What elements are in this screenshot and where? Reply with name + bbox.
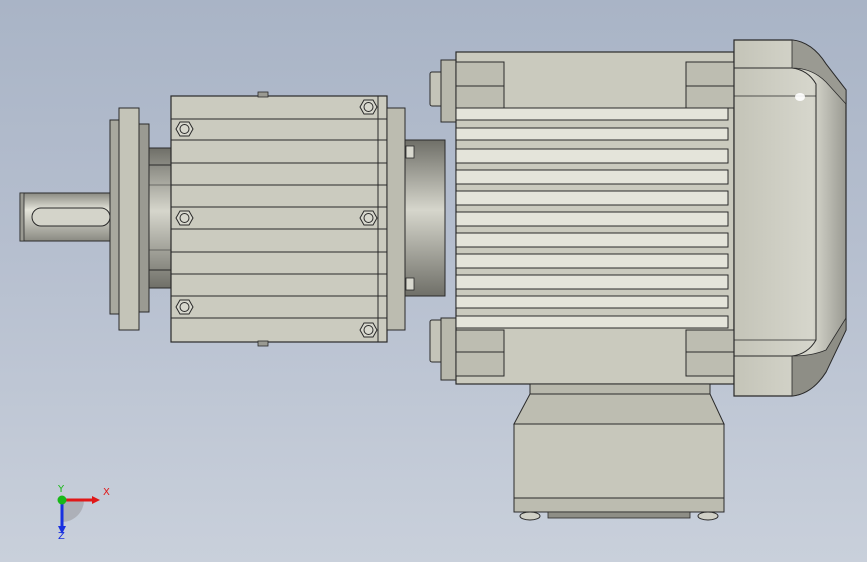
y-axis-label: Y <box>58 484 65 495</box>
motor-body[interactable] <box>429 51 735 385</box>
x-axis-label: X <box>103 487 110 498</box>
adapter-flange[interactable] <box>386 107 446 331</box>
z-axis-label: Z <box>58 531 65 542</box>
shaft-keyway <box>31 207 111 227</box>
graphics-viewport[interactable]: X Y Z <box>0 0 867 562</box>
gearmotor-model[interactable] <box>0 0 867 562</box>
gear-housing[interactable] <box>170 91 388 347</box>
fan-cover[interactable] <box>733 39 847 397</box>
output-flange[interactable] <box>109 107 172 331</box>
terminal-box[interactable] <box>513 383 725 521</box>
output-shaft[interactable] <box>19 192 119 242</box>
y-axis-dot <box>57 495 67 505</box>
